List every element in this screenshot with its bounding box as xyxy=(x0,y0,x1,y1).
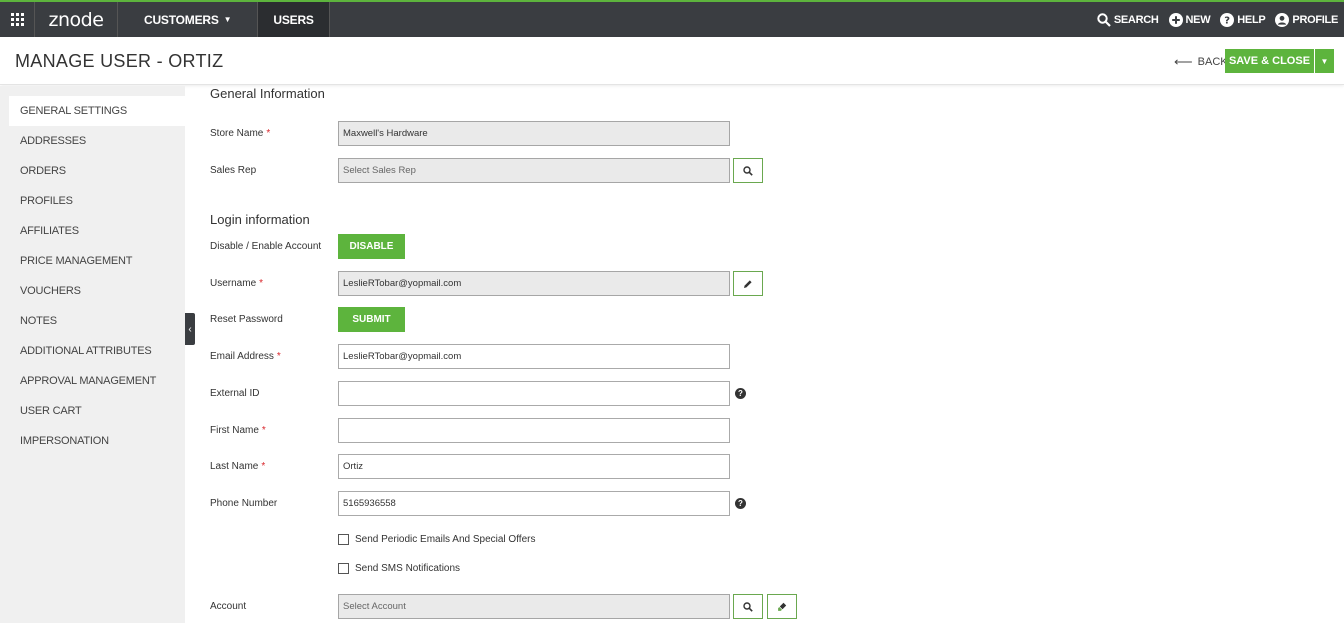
sidebar-item-vouchers[interactable]: VOUCHERS xyxy=(0,276,185,306)
external-id-field[interactable] xyxy=(338,381,730,406)
email-address-label: Email Address * xyxy=(210,351,281,362)
sidebar-item-approval-management[interactable]: APPROVAL MANAGEMENT xyxy=(0,366,185,396)
sidebar-item-additional-attributes[interactable]: ADDITIONAL ATTRIBUTES xyxy=(0,336,185,366)
nav-profile[interactable]: PROFILE xyxy=(1275,12,1338,27)
required-marker: * xyxy=(266,128,271,139)
arrow-left-icon: ⟵ xyxy=(1174,54,1193,69)
chevron-down-icon: ▼ xyxy=(223,15,232,24)
required-marker: * xyxy=(261,461,266,472)
sidebar-item-profiles[interactable]: PROFILES xyxy=(0,186,185,216)
last-name-label: Last Name * xyxy=(210,461,265,472)
caret-down-icon: ▼ xyxy=(1320,56,1329,66)
sidebar-item-orders[interactable]: ORDERS xyxy=(0,156,185,186)
username-label: Username * xyxy=(210,278,263,289)
eraser-icon xyxy=(778,602,787,611)
phone-number-label: Phone Number xyxy=(210,498,278,509)
sidebar-item-price-management[interactable]: PRICE MANAGEMENT xyxy=(0,246,185,276)
periodic-emails-checkbox[interactable] xyxy=(338,534,349,545)
phone-number-field[interactable] xyxy=(338,491,730,516)
sales-rep-field[interactable]: Select Sales Rep xyxy=(338,158,730,183)
last-name-label-text: Last Name xyxy=(210,461,259,472)
nav-new[interactable]: NEW xyxy=(1168,12,1211,27)
back-label: BACK xyxy=(1197,56,1228,68)
account-search-button[interactable] xyxy=(733,594,763,619)
username-field[interactable]: LeslieRTobar@yopmail.com xyxy=(338,271,730,296)
user-circle-icon xyxy=(1275,12,1290,27)
sidebar-item-addresses[interactable]: ADDRESSES xyxy=(0,126,185,156)
last-name-field[interactable] xyxy=(338,454,730,479)
page-title: MANAGE USER - ORTIZ xyxy=(15,51,224,71)
email-address-label-text: Email Address xyxy=(210,351,274,362)
chevron-left-icon: ‹ xyxy=(188,323,192,335)
account-field[interactable]: Select Account xyxy=(338,594,730,619)
nav-users[interactable]: USERS xyxy=(258,2,330,37)
first-name-label: First Name * xyxy=(210,425,266,436)
nav-help-label: HELP xyxy=(1237,13,1266,26)
svg-text:?: ? xyxy=(1225,15,1231,26)
phone-number-help-icon[interactable]: ? xyxy=(735,498,746,509)
search-icon xyxy=(743,165,753,176)
sms-notifications-checkbox[interactable] xyxy=(338,563,349,574)
external-id-help-icon[interactable]: ? xyxy=(735,388,746,399)
search-icon xyxy=(1097,12,1111,27)
sidebar-item-general-settings[interactable]: GENERAL SETTINGS xyxy=(9,96,185,126)
search-icon xyxy=(743,601,753,612)
reset-password-submit-button[interactable]: SUBMIT xyxy=(338,307,405,332)
nav-help[interactable]: ? HELP xyxy=(1220,12,1266,27)
account-clear-button[interactable] xyxy=(767,594,797,619)
back-button[interactable]: ⟵ BACK xyxy=(1174,54,1228,70)
nav-search[interactable]: SEARCH xyxy=(1097,12,1159,27)
sms-notifications-label: Send SMS Notifications xyxy=(355,563,461,574)
sales-rep-label: Sales Rep xyxy=(210,165,257,176)
sms-notifications-option: Send SMS Notifications xyxy=(338,563,460,574)
store-name-field[interactable]: Maxwell's Hardware xyxy=(338,121,730,146)
save-and-close-button[interactable]: SAVE & CLOSE xyxy=(1225,49,1314,73)
sidebar-item-impersonation[interactable]: IMPERSONATION xyxy=(0,426,185,456)
question-circle-icon: ? xyxy=(1220,12,1235,27)
sidebar-collapse-toggle[interactable]: ‹ xyxy=(185,313,195,345)
first-name-field[interactable] xyxy=(338,418,730,443)
nav-customers[interactable]: CUSTOMERS ▼ xyxy=(118,2,259,37)
external-id-label: External ID xyxy=(210,388,260,399)
nav-profile-label: PROFILE xyxy=(1292,13,1338,26)
username-label-text: Username xyxy=(210,278,257,289)
sidebar: GENERAL SETTINGS ADDRESSES ORDERS PROFIL… xyxy=(0,86,185,623)
store-name-label-text: Store Name xyxy=(210,128,264,139)
sidebar-item-affiliates[interactable]: AFFILIATES xyxy=(0,216,185,246)
nav-right-actions: SEARCH NEW ? HELP PROFILE xyxy=(1087,2,1344,37)
nav-customers-label: CUSTOMERS xyxy=(144,12,219,27)
grid-icon xyxy=(10,13,24,26)
nav-search-label: SEARCH xyxy=(1113,13,1159,26)
required-marker: * xyxy=(261,425,266,436)
account-toggle-label: Disable / Enable Account xyxy=(210,241,322,252)
sales-rep-search-button[interactable] xyxy=(733,158,763,183)
nav-users-label: USERS xyxy=(273,12,314,27)
edit-username-button[interactable] xyxy=(733,271,763,296)
app-launcher-button[interactable] xyxy=(0,2,35,37)
sidebar-item-notes[interactable]: NOTES xyxy=(0,306,185,336)
plus-circle-icon xyxy=(1168,12,1183,27)
email-field[interactable] xyxy=(338,344,730,369)
required-marker: * xyxy=(259,278,264,289)
required-marker: * xyxy=(276,351,281,362)
page-header: MANAGE USER - ORTIZ ⟵ BACK SAVE & CLOSE … xyxy=(0,37,1344,85)
periodic-emails-option: Send Periodic Emails And Special Offers xyxy=(338,534,535,545)
pencil-icon xyxy=(744,279,752,288)
first-name-label-text: First Name xyxy=(210,425,259,436)
sidebar-item-user-cart[interactable]: USER CART xyxy=(0,396,185,426)
account-label: Account xyxy=(210,601,247,612)
save-options-dropdown[interactable]: ▼ xyxy=(1315,49,1334,73)
znode-logo[interactable]: znode xyxy=(35,2,118,37)
general-information-heading: General Information xyxy=(210,86,325,101)
top-navigation-bar: znode CUSTOMERS ▼ USERS SEARCH NEW ? HEL… xyxy=(0,0,1344,37)
reset-password-label: Reset Password xyxy=(210,314,283,325)
periodic-emails-label: Send Periodic Emails And Special Offers xyxy=(355,534,536,545)
store-name-label: Store Name * xyxy=(210,128,270,139)
disable-account-button[interactable]: DISABLE xyxy=(338,234,405,259)
nav-new-label: NEW xyxy=(1185,13,1211,26)
login-information-heading: Login information xyxy=(210,212,310,227)
